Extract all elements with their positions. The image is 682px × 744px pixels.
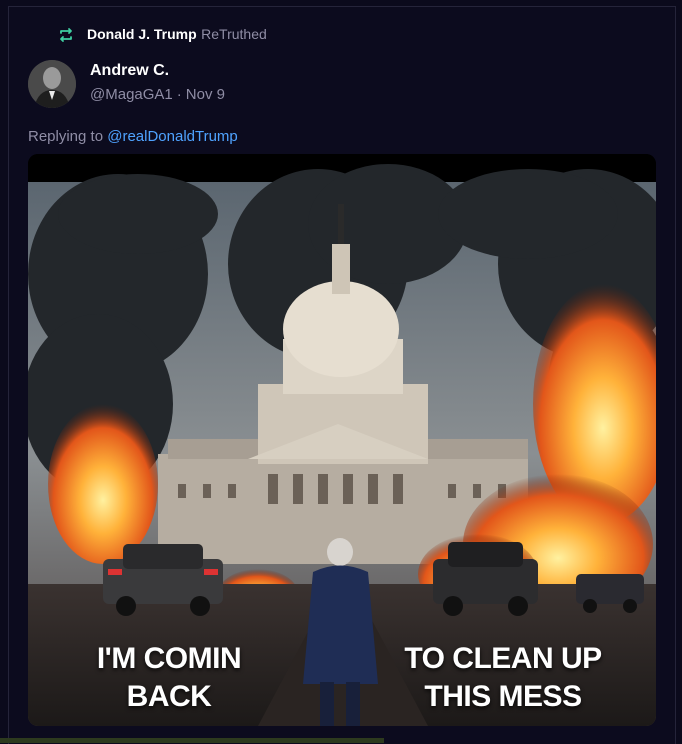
meta-separator: · [176,86,182,103]
post-date[interactable]: Nov 9 [186,86,225,103]
author-meta: @MagaGA1 · Nov 9 [90,86,225,103]
avatar[interactable] [28,60,76,108]
image-caption-left: I'M COMIN BACK [96,642,242,713]
retruth-icon [57,27,75,43]
replying-to: Replying to @realDonaldTrump [28,128,238,145]
post-image[interactable]: I'M COMIN BACK TO CLEAN UP THIS MESS [28,154,656,726]
image-caption-right: TO CLEAN UP THIS MESS [404,642,602,713]
replying-prefix: Replying to [28,128,104,145]
retruth-header: Donald J. Trump ReTruthed [57,26,267,44]
retruth-user-link[interactable]: Donald J. Trump [87,26,197,42]
author-name[interactable]: Andrew C. [90,62,169,80]
reply-mention-link[interactable]: @realDonaldTrump [107,128,238,145]
bottom-strip [0,738,384,743]
author-handle[interactable]: @MagaGA1 [90,86,173,103]
retruth-label: ReTruthed [201,26,267,42]
